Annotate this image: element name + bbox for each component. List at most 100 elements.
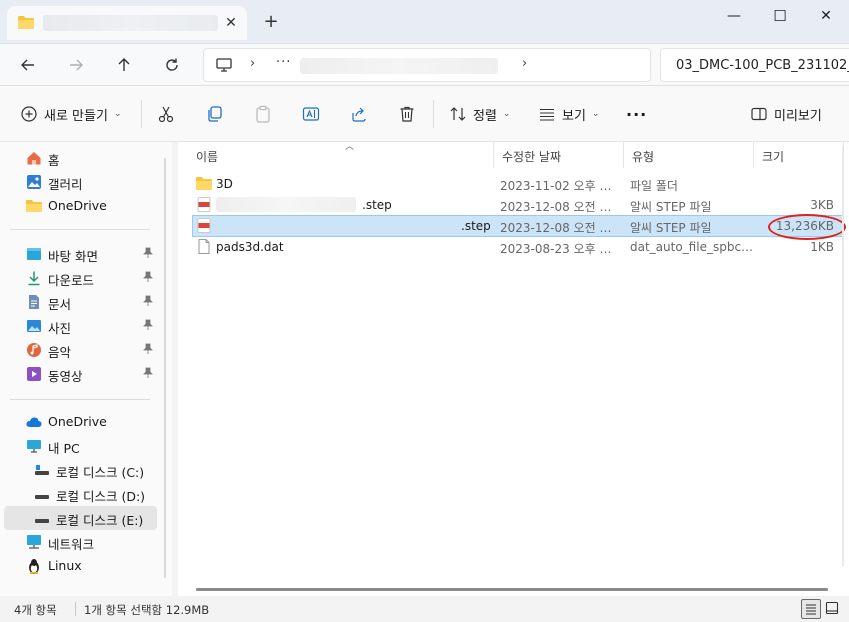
pc-icon: [27, 440, 41, 453]
pictures-icon: [27, 320, 41, 332]
up-button[interactable]: [110, 51, 138, 79]
sidebar-item-documents[interactable]: 문서: [0, 290, 157, 314]
sidebar-item-label: 로컬 디스크 (E:): [56, 513, 144, 528]
sidebar-item-network[interactable]: 네트워크: [0, 530, 157, 554]
sidebar-item-label: 바탕 화면: [48, 249, 98, 264]
home-icon: [27, 152, 41, 165]
sidebar-scrollbar[interactable]: [164, 158, 166, 578]
step-file-icon: [197, 197, 211, 212]
column-header-label: 유형: [632, 150, 655, 164]
sidebar-item-gallery[interactable]: 갤러리: [0, 170, 157, 194]
sort-button-label: 정렬: [473, 108, 497, 124]
tiles-view-button[interactable]: [823, 599, 843, 619]
tab-close-button[interactable]: ✕: [220, 12, 242, 34]
toolbar-divider: [141, 100, 142, 128]
gallery-icon: [27, 175, 41, 189]
pin-icon[interactable]: [143, 247, 153, 259]
more-options-button[interactable]: ···: [626, 100, 647, 128]
close-window-button[interactable]: ✕: [803, 0, 849, 32]
sidebar-item-home[interactable]: 홈: [0, 146, 157, 170]
breadcrumb-path-redacted[interactable]: [300, 58, 498, 74]
search-input[interactable]: 03_DMC-100_PCB_231102_: [660, 48, 849, 82]
share-button[interactable]: [350, 100, 368, 128]
forward-button[interactable]: [62, 51, 90, 79]
search-text: 03_DMC-100_PCB_231102_: [676, 58, 849, 73]
column-header-name[interactable]: 이름 ︿: [188, 142, 494, 168]
sidebar-item-label: Linux: [48, 558, 82, 573]
sidebar-item-desktop[interactable]: 바탕 화면: [0, 242, 157, 266]
view-button[interactable]: 보기 ⌄: [538, 100, 599, 128]
pin-icon[interactable]: [143, 295, 153, 307]
sidebar-item-pictures[interactable]: 사진: [0, 314, 157, 338]
sidebar-item-label: 홈: [48, 153, 60, 168]
rename-icon: [302, 107, 320, 121]
file-type: 알씨 STEP 파일: [630, 200, 712, 214]
sidebar-item-videos[interactable]: 동영상: [0, 362, 157, 386]
minimize-button[interactable]: —: [711, 0, 757, 32]
column-header-size[interactable]: 크기: [754, 142, 844, 168]
sidebar-item-drive-c[interactable]: 로컬 디스크 (C:): [0, 458, 157, 482]
cut-button[interactable]: [157, 100, 175, 128]
list-view-icon: [540, 108, 554, 121]
sidebar-item-this-pc[interactable]: 내 PC: [0, 434, 157, 458]
sort-button[interactable]: 정렬 ⌄: [449, 100, 510, 128]
new-button[interactable]: 새로 만들기 ⌄: [20, 100, 121, 128]
vertical-scrollbar[interactable]: [842, 146, 844, 566]
sidebar-item-music[interactable]: 음악: [0, 338, 157, 362]
column-header-label: 이름: [196, 150, 219, 164]
sidebar-item-drive-e[interactable]: 로컬 디스크 (E:): [4, 506, 157, 530]
toolbar-divider: [433, 100, 434, 128]
column-header-date[interactable]: 수정한 날짜: [494, 142, 624, 168]
pin-icon[interactable]: [143, 271, 153, 283]
maximize-button[interactable]: ☐: [757, 0, 803, 32]
tiles-view-icon: [825, 601, 839, 615]
back-button[interactable]: [14, 51, 42, 79]
pin-icon[interactable]: [143, 343, 153, 355]
delete-button[interactable]: [398, 100, 416, 128]
document-icon: [29, 295, 39, 309]
folder-icon: [18, 16, 34, 29]
preview-pane-button[interactable]: 미리보기: [750, 100, 822, 128]
column-header-type[interactable]: 유형: [624, 142, 754, 168]
sidebar-item-label: 로컬 디스크 (D:): [56, 489, 146, 504]
new-tab-button[interactable]: +: [259, 11, 283, 35]
file-row[interactable]: .step 2023-12-08 오전 9... 알씨 STEP 파일 3KB: [192, 194, 844, 216]
explorer-tab[interactable]: ✕: [7, 6, 247, 40]
sidebar-item-label: 네트워크: [48, 537, 95, 552]
status-divider: [75, 602, 76, 616]
sidebar-item-downloads[interactable]: 다운로드: [0, 266, 157, 290]
horizontal-scrollbar[interactable]: [196, 588, 828, 591]
file-date: 2023-12-08 오전 9...: [500, 221, 618, 235]
pin-icon[interactable]: [143, 367, 153, 379]
navigation-bar: › ··· › 03_DMC-100_PCB_231102_: [0, 44, 849, 86]
file-date: 2023-12-08 오전 9...: [500, 200, 618, 214]
breadcrumb-chevron-icon[interactable]: ›: [522, 56, 527, 71]
selection-info: 1개 항목 선택함 12.9MB: [84, 603, 210, 617]
sidebar-item-onedrive-folder[interactable]: OneDrive: [0, 194, 157, 218]
download-icon: [28, 271, 40, 286]
drive-icon: [35, 495, 49, 499]
file-row[interactable]: 3D 2023-11-02 오후 1... 파일 폴더: [192, 173, 844, 195]
file-size: 1KB: [810, 240, 834, 254]
monitor-icon: [216, 58, 232, 72]
rename-button[interactable]: [302, 100, 320, 128]
breadcrumb-more-button[interactable]: ···: [276, 55, 291, 70]
plus-circle-icon: [21, 106, 37, 122]
copy-button[interactable]: [206, 100, 224, 128]
sidebar-item-drive-d[interactable]: 로컬 디스크 (D:): [0, 482, 157, 506]
view-button-label: 보기: [562, 108, 586, 124]
sidebar-item-onedrive[interactable]: OneDrive: [0, 410, 157, 434]
address-bar[interactable]: › ··· ›: [203, 48, 651, 82]
file-row-selected[interactable]: .step 2023-12-08 오전 9... 알씨 STEP 파일 13,2…: [192, 215, 844, 237]
paste-button[interactable]: [254, 100, 272, 128]
details-view-button[interactable]: [801, 599, 821, 619]
breadcrumb-chevron-icon[interactable]: ›: [250, 56, 255, 71]
arrow-right-icon: [70, 59, 83, 71]
sidebar-item-linux[interactable]: Linux: [0, 554, 157, 578]
pin-icon[interactable]: [143, 319, 153, 331]
file-row[interactable]: pads3d.dat 2023-08-23 오후 3... dat_auto_f…: [192, 236, 844, 258]
file-name: .step: [461, 219, 491, 233]
refresh-button[interactable]: [158, 51, 186, 79]
title-bar: ✕ + — ☐ ✕: [0, 0, 849, 44]
network-icon: [27, 535, 41, 549]
